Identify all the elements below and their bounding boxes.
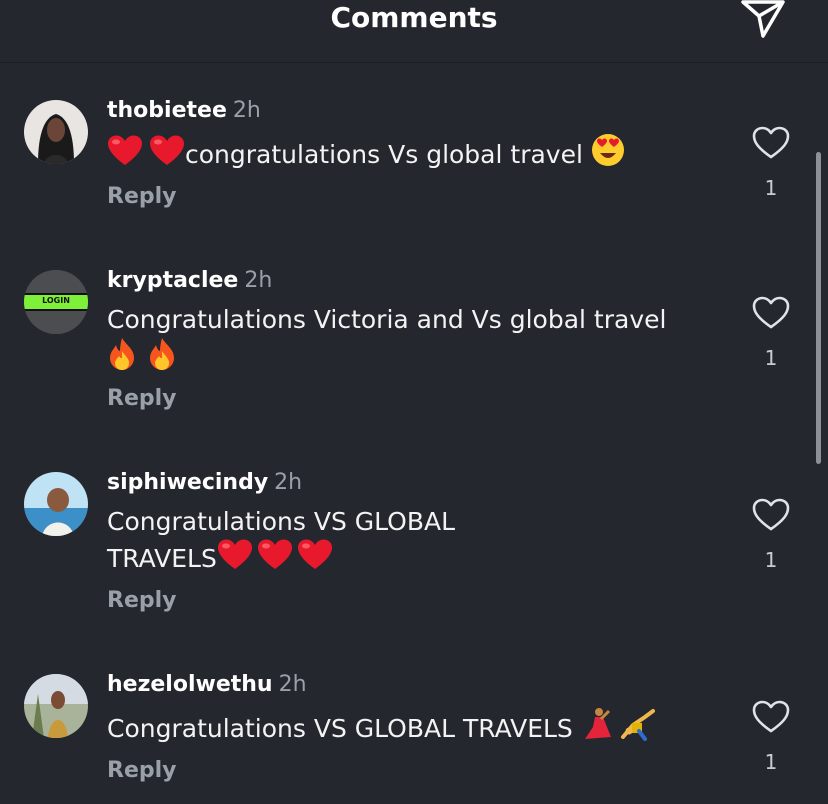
send-icon[interactable]: [740, 0, 786, 38]
avatar[interactable]: [24, 100, 88, 164]
username[interactable]: siphiwecindy: [107, 470, 268, 495]
heart-emoji-icon: [217, 539, 253, 580]
like-heart-icon[interactable]: [752, 296, 790, 330]
avatar-logo-text: LOGIN: [42, 296, 70, 305]
comment-text: congratulations Vs global travel: [107, 133, 625, 176]
like-count: 1: [764, 548, 778, 572]
timestamp: 2h: [232, 98, 261, 123]
username[interactable]: kryptaclee: [107, 268, 238, 293]
heart-emoji-icon: [297, 539, 333, 580]
like-heart-icon[interactable]: [752, 498, 790, 532]
page-title: Comments: [330, 1, 498, 34]
comment-text: Congratulations VS GLOBAL TRAVELS: [107, 505, 455, 580]
comment-meta: hezelolwethu 2h: [107, 672, 307, 698]
timestamp: 2h: [274, 470, 303, 495]
comment-text-part: Congratulations Victoria and Vs global t…: [107, 305, 667, 334]
comment-text-part: Congratulations VS GLOBAL: [107, 507, 456, 536]
avatar[interactable]: [24, 674, 88, 738]
like-count: 1: [764, 750, 778, 774]
username[interactable]: thobietee: [107, 98, 227, 123]
comment-text-part: congratulations Vs global travel: [185, 140, 591, 169]
comment-meta: kryptaclee 2h: [107, 268, 272, 294]
heart-emoji-icon: [257, 539, 293, 580]
comment-text: Congratulations VS GLOBAL TRAVELS: [107, 707, 655, 750]
comments-header: Comments: [0, 0, 828, 63]
reply-button[interactable]: Reply: [107, 588, 177, 613]
comment-text-part: TRAVELS: [107, 544, 217, 573]
like-count: 1: [764, 346, 778, 370]
reply-button[interactable]: Reply: [107, 184, 177, 209]
heart-emoji-icon: [107, 135, 143, 176]
avatar[interactable]: LOGIN: [24, 270, 88, 334]
fire-emoji-icon: [147, 337, 177, 380]
reply-button[interactable]: Reply: [107, 758, 177, 783]
timestamp: 2h: [244, 268, 273, 293]
fire-emoji-icon: [107, 337, 137, 380]
heart-eyes-emoji-icon: [591, 133, 625, 176]
scrollbar[interactable]: [816, 152, 821, 464]
avatar[interactable]: [24, 472, 88, 536]
comment-meta: thobietee 2h: [107, 98, 261, 124]
comment-meta: siphiwecindy 2h: [107, 470, 302, 496]
comment-text-part: Congratulations VS GLOBAL TRAVELS: [107, 714, 581, 743]
like-heart-icon[interactable]: [752, 126, 790, 160]
cartwheel-emoji-icon: [619, 707, 655, 750]
reply-button[interactable]: Reply: [107, 386, 177, 411]
dancer-emoji-icon: [581, 707, 613, 750]
like-heart-icon[interactable]: [752, 700, 790, 734]
timestamp: 2h: [278, 672, 307, 697]
heart-emoji-icon: [149, 135, 185, 176]
username[interactable]: hezelolwethu: [107, 672, 273, 697]
comment-text: Congratulations Victoria and Vs global t…: [107, 303, 666, 380]
like-count: 1: [764, 176, 778, 200]
